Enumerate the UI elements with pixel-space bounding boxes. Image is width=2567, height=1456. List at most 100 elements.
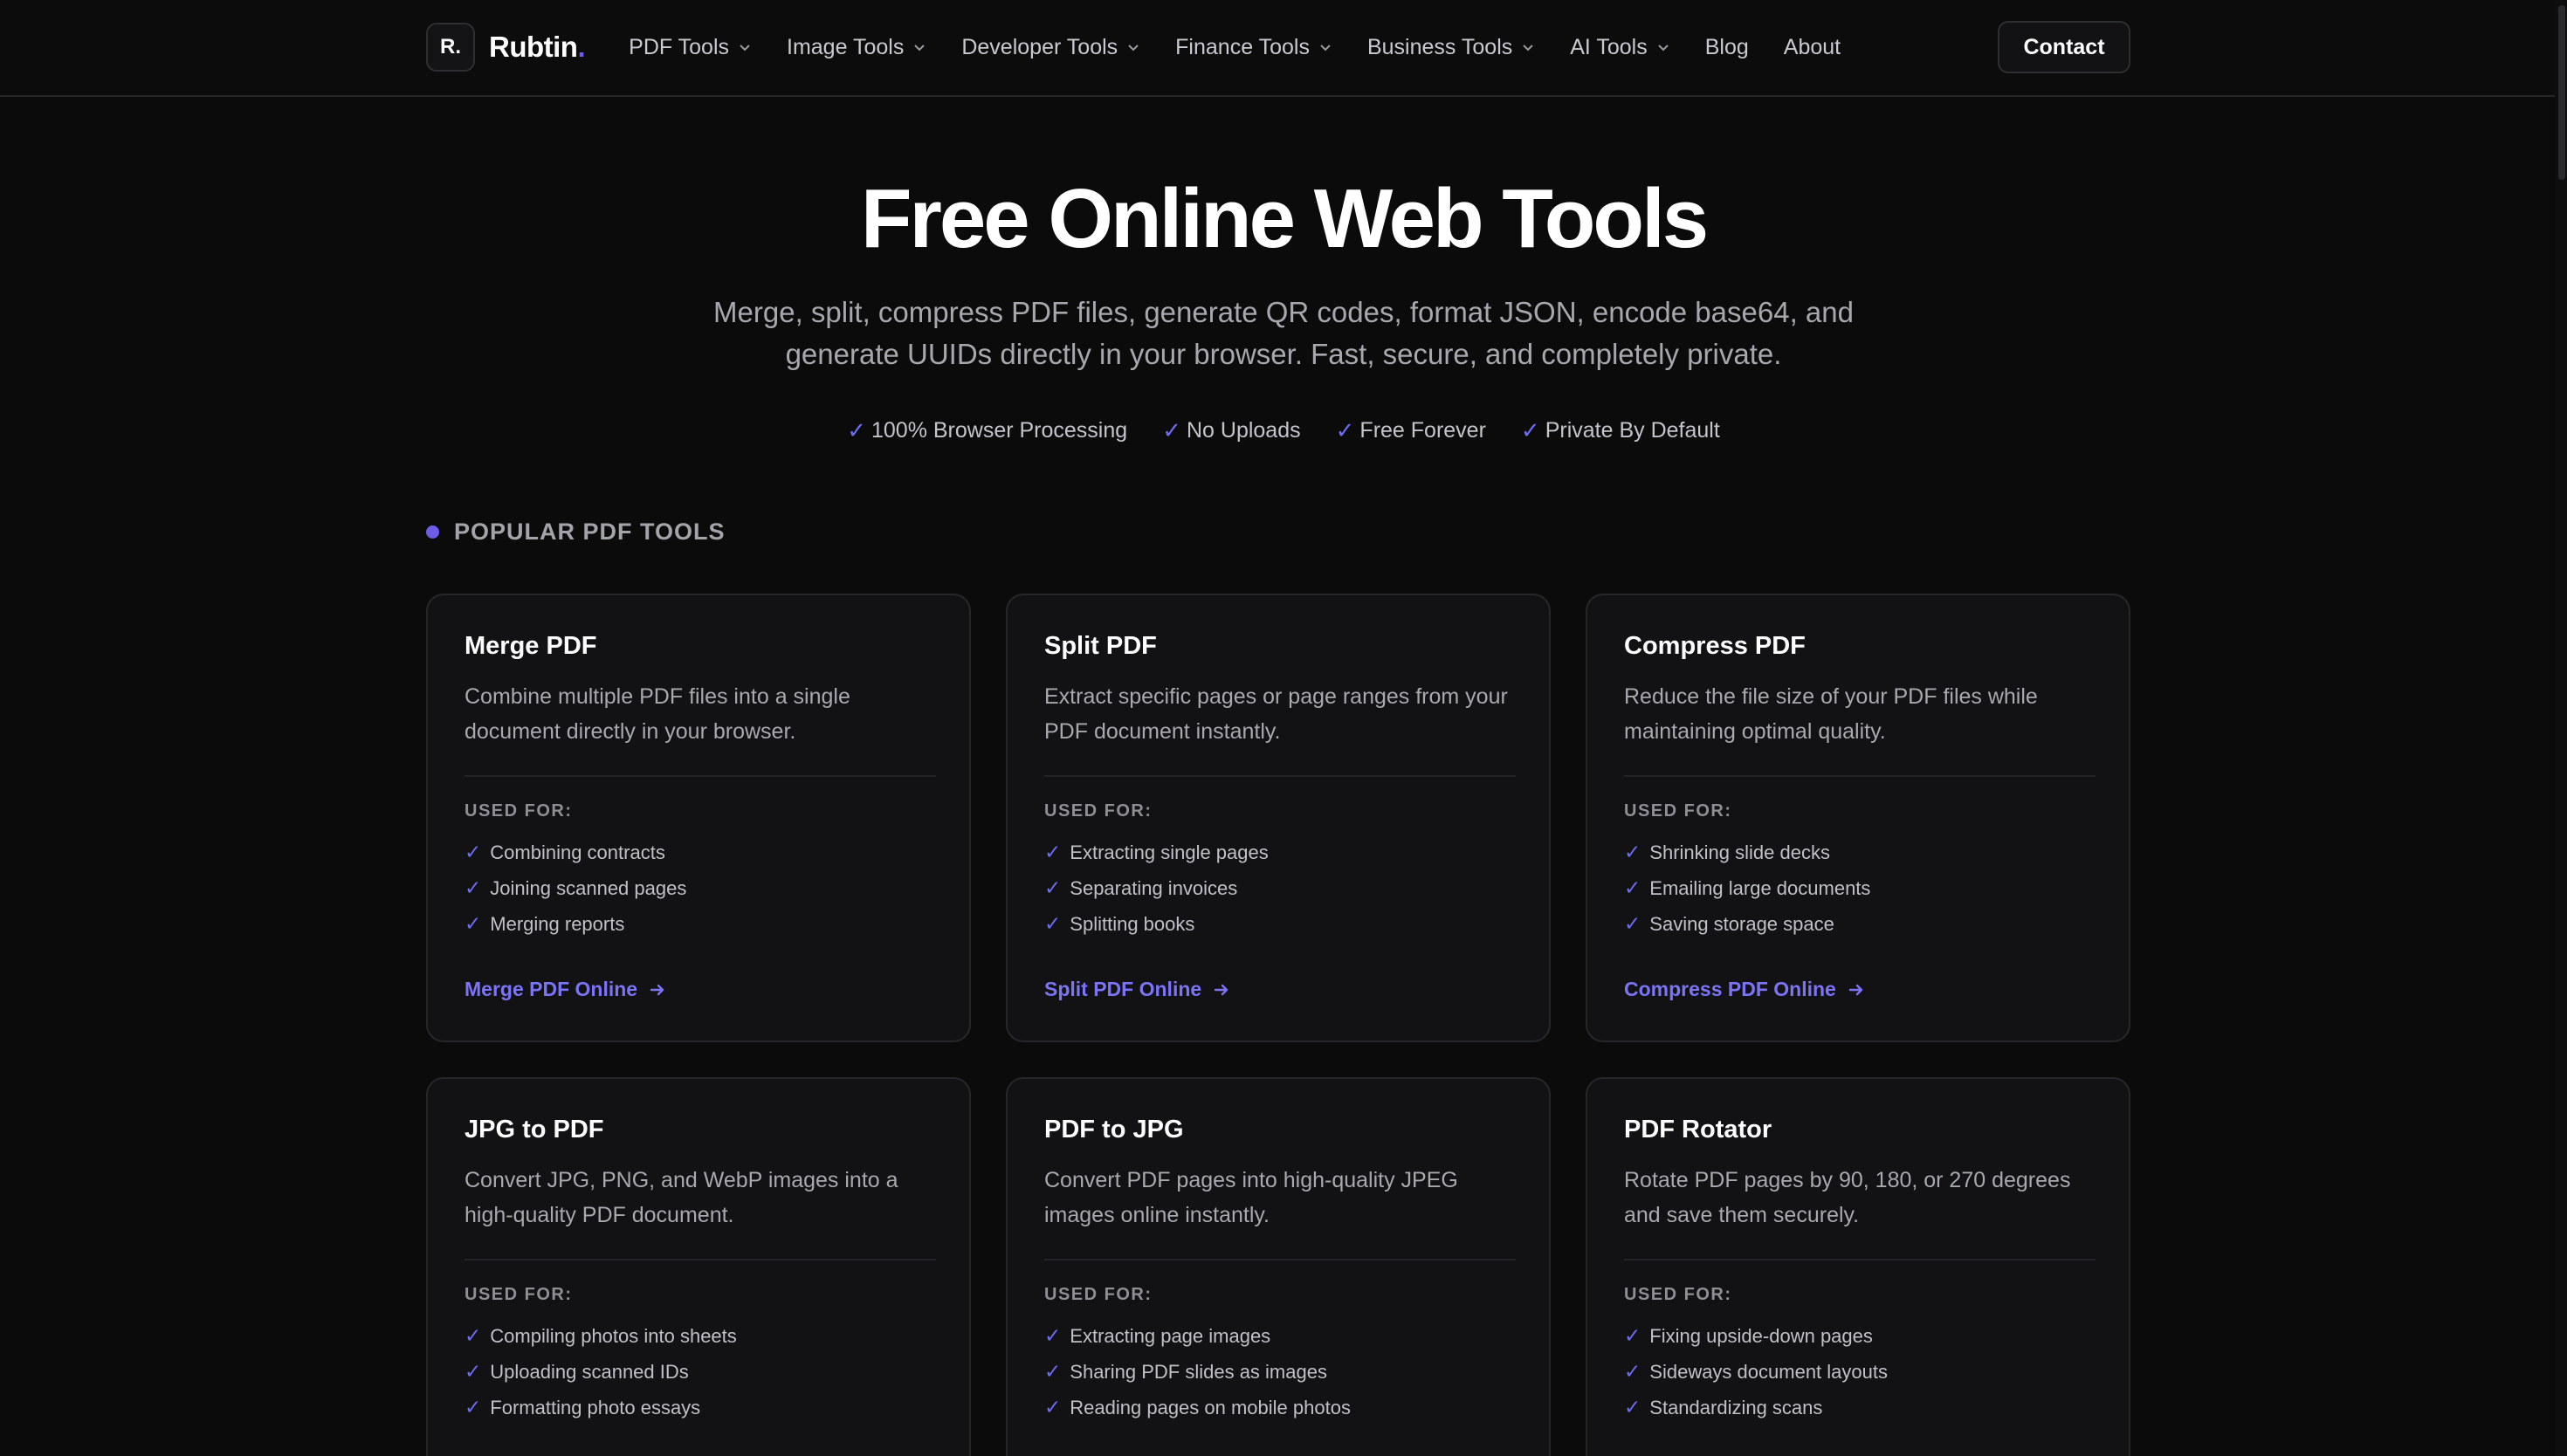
feature-badge: ✓ Private By Default	[1521, 417, 1720, 444]
check-icon: ✓	[465, 1360, 482, 1383]
use-list: ✓ Compiling photos into sheets ✓ Uploading…	[465, 1318, 737, 1425]
tool-card-split-pdf[interactable]: Split PDF Extract specific pages or page…	[1006, 594, 1551, 1042]
nav-label: Finance Tools	[1175, 34, 1310, 59]
use-list: ✓ Extracting page images ✓ Sharing PDF sli…	[1044, 1318, 1351, 1425]
use-item-label: Saving storage space	[1649, 912, 1834, 935]
card-description: Convert JPG, PNG, and WebP images into a…	[465, 1168, 898, 1227]
nav-label: Business Tools	[1366, 34, 1513, 59]
nav-label: PDF Tools	[629, 34, 729, 59]
nav-label: AI Tools	[1570, 34, 1648, 59]
nav-image-tools[interactable]: Image Tools	[787, 35, 926, 60]
use-item-label: Extracting page images	[1070, 1324, 1271, 1347]
used-for-label: USED FOR:	[465, 801, 573, 821]
use-item: ✓ Standardizing scans	[1624, 1390, 1888, 1425]
use-item: ✓ Extracting single pages	[1044, 834, 1269, 870]
chevron-down-icon	[1128, 45, 1139, 52]
check-icon: ✓	[1624, 1324, 1641, 1347]
use-item-label: Shrinking slide decks	[1649, 841, 1830, 863]
use-item: ✓ Sharing PDF slides as images	[1044, 1354, 1351, 1390]
nav-pdf-tools[interactable]: PDF Tools	[629, 35, 752, 60]
feature-badge: ✓ Free Forever	[1336, 417, 1486, 444]
contact-button[interactable]: Contact	[1998, 21, 2130, 73]
use-item: ✓ Formatting photo essays	[465, 1390, 737, 1425]
card-divider	[1044, 775, 1516, 777]
nav-finance-tools[interactable]: Finance Tools	[1175, 35, 1332, 60]
check-icon: ✓	[1335, 417, 1355, 443]
nav-about[interactable]: About	[1784, 35, 1841, 60]
tool-card-jpg-to-pdf[interactable]: JPG to PDF Convert JPG, PNG, and WebP im…	[426, 1077, 971, 1456]
merge-pdf-link[interactable]: Merge PDF Online	[465, 978, 667, 1001]
scrollbar-thumb[interactable]	[2558, 5, 2565, 180]
check-icon: ✓	[1044, 912, 1062, 935]
feature-badge: ✓ 100% Browser Processing	[847, 417, 1127, 444]
nav-label: Developer Tools	[961, 34, 1118, 59]
badge-label: Private By Default	[1545, 418, 1720, 443]
chevron-down-icon	[914, 45, 926, 52]
use-item: ✓ Emailing large documents	[1624, 870, 1870, 906]
logo-mark[interactable]: R.	[426, 23, 475, 72]
use-item-label: Standardizing scans	[1649, 1396, 1823, 1418]
card-description: Reduce the file size of your PDF files w…	[1624, 684, 2038, 744]
use-item: ✓ Reading pages on mobile photos	[1044, 1390, 1351, 1425]
card-description: Convert PDF pages into high-quality JPEG…	[1044, 1168, 1458, 1227]
card-divider	[465, 775, 936, 777]
arrow-right-icon	[650, 984, 664, 995]
card-link-label: Compress PDF Online	[1624, 978, 1836, 1000]
used-for-label: USED FOR:	[465, 1285, 573, 1304]
use-item: ✓ Joining scanned pages	[465, 870, 686, 906]
use-item: ✓ Splitting books	[1044, 906, 1269, 942]
use-list: ✓ Combining contracts ✓ Joining scanned pa…	[465, 834, 686, 942]
section-heading: POPULAR PDF TOOLS	[426, 519, 726, 546]
card-divider	[465, 1259, 936, 1260]
hero-title: Free Online Web Tools	[860, 172, 1709, 265]
check-icon: ✓	[1624, 1396, 1641, 1418]
check-icon: ✓	[1624, 841, 1641, 863]
check-icon: ✓	[465, 876, 482, 899]
nav-blog[interactable]: Blog	[1705, 35, 1749, 60]
logo-name-text: Rubtin	[489, 31, 578, 63]
nav-label: Blog	[1704, 34, 1749, 59]
check-icon: ✓	[1624, 1360, 1641, 1383]
feature-badges: ✓ 100% Browser Processing ✓ No Uploads ✓ Fr…	[0, 417, 2567, 444]
tool-card-merge-pdf[interactable]: Merge PDF Combine multiple PDF files int…	[426, 594, 971, 1042]
check-icon: ✓	[847, 417, 866, 443]
arrow-right-icon	[1214, 984, 1228, 995]
dot-icon	[426, 525, 439, 539]
use-list: ✓ Extracting single pages ✓ Separating inv…	[1044, 834, 1269, 942]
check-icon: ✓	[1044, 1360, 1062, 1383]
use-item-label: Reading pages on mobile photos	[1070, 1396, 1351, 1418]
nav-business-tools[interactable]: Business Tools	[1367, 35, 1535, 60]
check-icon: ✓	[1520, 417, 1540, 443]
card-title: PDF to JPG	[1044, 1116, 1184, 1144]
badge-label: Free Forever	[1359, 418, 1486, 443]
tool-card-compress-pdf[interactable]: Compress PDF Reduce the file size of you…	[1586, 594, 2130, 1042]
nav-ai-tools[interactable]: AI Tools	[1570, 35, 1669, 60]
arrow-right-icon	[1848, 984, 1863, 995]
used-for-label: USED FOR:	[1044, 801, 1153, 821]
nav-developer-tools[interactable]: Developer Tools	[961, 35, 1140, 60]
use-item-label: Merging reports	[490, 912, 625, 935]
check-icon: ✓	[465, 1396, 482, 1418]
card-title: JPG to PDF	[465, 1116, 604, 1144]
compress-pdf-link[interactable]: Compress PDF Online	[1624, 978, 1866, 1001]
header-inner: R. Rubtin. PDF Tools Image Tools Develop…	[426, 21, 2130, 73]
nav-label: About	[1783, 34, 1841, 59]
badge-label: 100% Browser Processing	[871, 418, 1128, 443]
use-item: ✓ Shrinking slide decks	[1624, 834, 1870, 870]
tool-card-pdf-rotator[interactable]: PDF Rotator Rotate PDF pages by 90, 180,…	[1586, 1077, 2130, 1456]
use-item-label: Emailing large documents	[1649, 876, 1871, 899]
card-divider	[1624, 1259, 2096, 1260]
chevron-down-icon	[1320, 45, 1331, 52]
card-description: Rotate PDF pages by 90, 180, or 270 degr…	[1624, 1168, 2071, 1227]
card-link-label: Merge PDF Online	[465, 978, 638, 1000]
logo-name[interactable]: Rubtin.	[489, 31, 586, 64]
check-icon: ✓	[1624, 912, 1641, 935]
chevron-down-icon	[1658, 45, 1669, 52]
chevron-down-icon	[1523, 45, 1533, 52]
use-item: ✓ Extracting page images	[1044, 1318, 1351, 1354]
card-divider	[1044, 1259, 1516, 1260]
tool-card-pdf-to-jpg[interactable]: PDF to JPG Convert PDF pages into high-q…	[1006, 1077, 1551, 1456]
split-pdf-link[interactable]: Split PDF Online	[1044, 978, 1231, 1001]
use-item-label: Formatting photo essays	[490, 1396, 701, 1418]
use-list: ✓ Fixing upside-down pages ✓ Sideways docu…	[1624, 1318, 1888, 1425]
